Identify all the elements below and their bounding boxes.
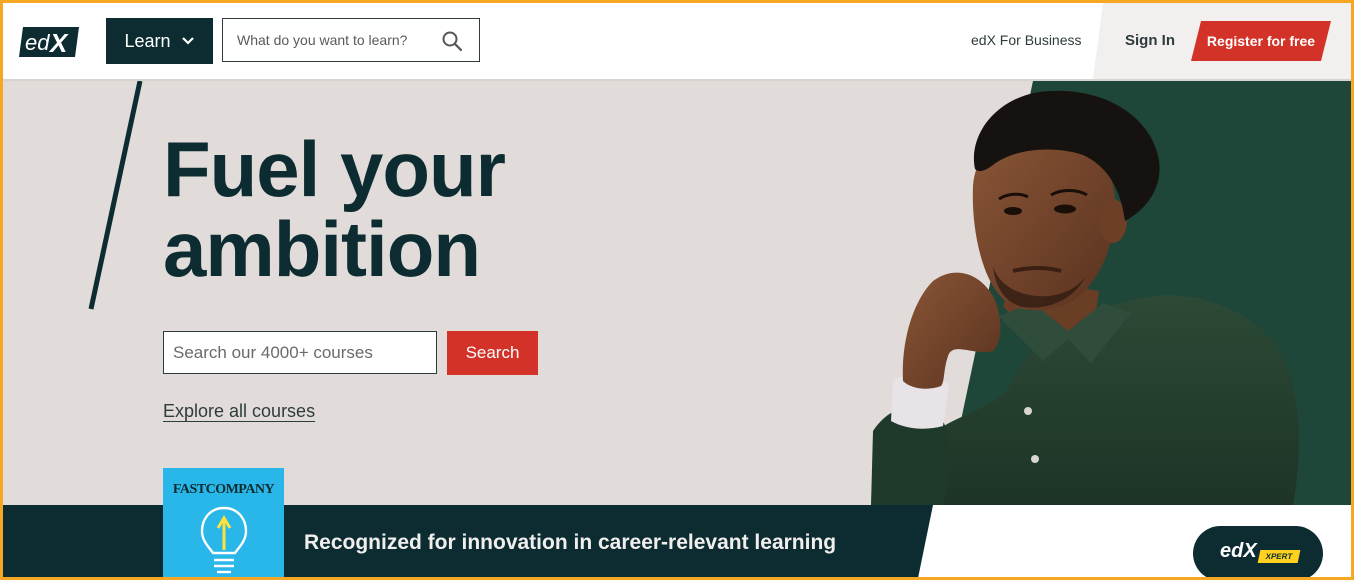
hero-headline: Fuel your ambition [163, 129, 583, 289]
edx-logo-icon: ed X [19, 27, 79, 58]
register-button[interactable]: Register for free [1191, 21, 1331, 61]
hero-person-photo [871, 81, 1351, 505]
xpert-badge: XPERT [1257, 550, 1301, 563]
hero-search-box [163, 331, 437, 374]
edx-for-business-link[interactable]: edX For Business [971, 32, 1082, 48]
xpert-edx-logo: edX [1220, 540, 1257, 562]
learn-menu-button[interactable]: Learn [106, 18, 213, 64]
learn-menu-label: Learn [124, 30, 171, 51]
hero-headline-line1: Fuel your [163, 125, 506, 213]
fastcompany-badge: FASTCOMPANY [163, 468, 284, 577]
site-header: ed X Learn edX For Business Sign In Regi… [3, 3, 1351, 81]
header-search-box [222, 18, 480, 62]
course-search-button[interactable]: Search [447, 331, 538, 375]
hero-headline-line2: ambition [163, 205, 481, 293]
page-frame: ed X Learn edX For Business Sign In Regi… [0, 0, 1354, 580]
sign-in-link[interactable]: Sign In [1125, 32, 1175, 49]
explore-courses-link[interactable]: Explore all courses [163, 401, 315, 422]
svg-text:X: X [48, 28, 69, 58]
banner-text: Recognized for innovation in career-rele… [304, 531, 837, 554]
header-search-input[interactable] [237, 19, 433, 61]
lightbulb-icon [200, 506, 248, 574]
xpert-chat-button[interactable]: edX XPERT [1193, 526, 1323, 577]
fastcompany-logo: FASTCOMPANY [172, 482, 275, 497]
course-search-input[interactable] [173, 332, 428, 373]
chevron-down-icon [181, 37, 194, 45]
hero-section: Fuel your ambition Search Explore all co… [3, 81, 1351, 505]
svg-text:ed: ed [25, 30, 50, 55]
edx-logo[interactable]: ed X [17, 23, 81, 61]
search-icon[interactable] [441, 30, 463, 52]
